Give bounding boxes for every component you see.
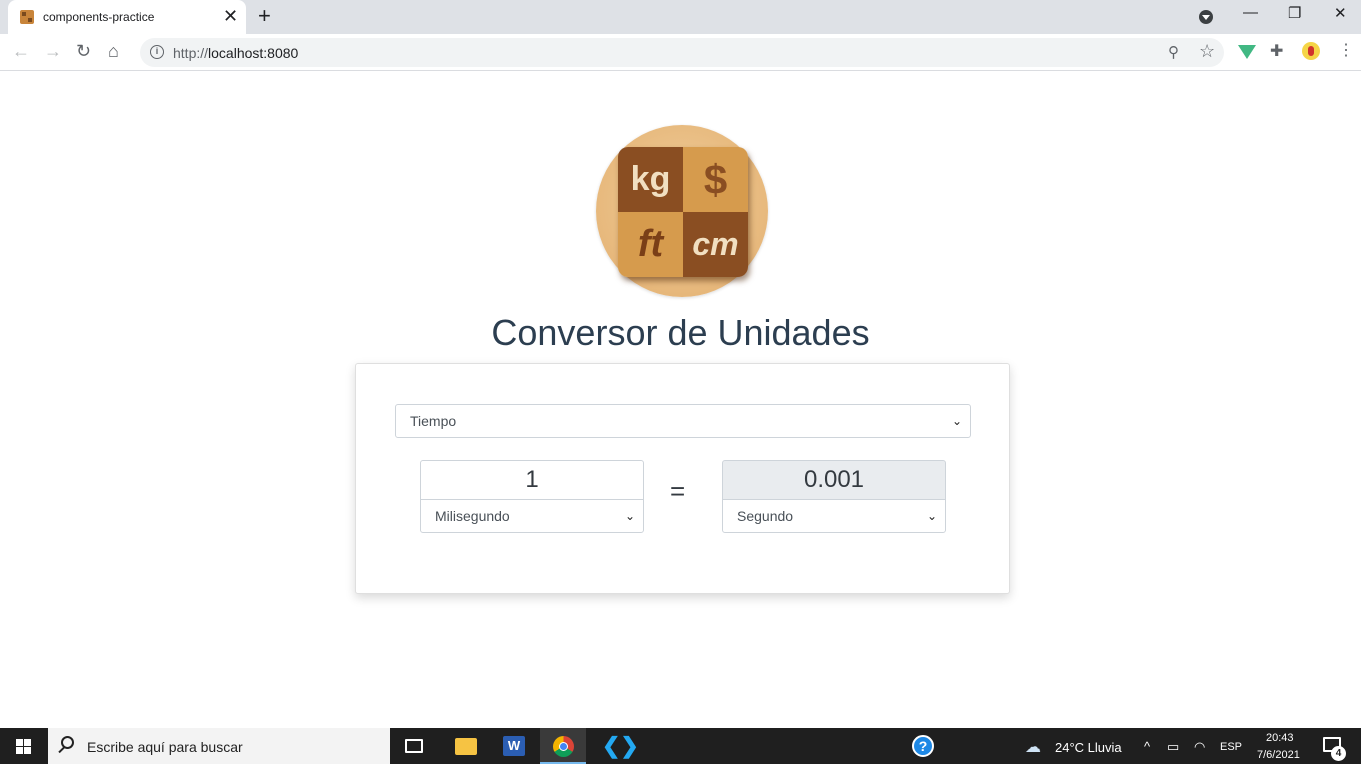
search-icon — [61, 736, 74, 749]
equals-sign: = — [670, 476, 686, 506]
minimize-button[interactable]: — — [1243, 4, 1258, 21]
browser-toolbar: ← → ↻ ⌂ i http://localhost:8080 ⚲ ☆ ✚ ⋮ — [0, 34, 1361, 71]
battery-icon[interactable]: ▭ — [1167, 739, 1179, 755]
extensions-puzzle-icon[interactable]: ✚ — [1270, 41, 1288, 60]
clock-time[interactable]: 20:43 — [1266, 732, 1294, 744]
url-text[interactable]: http://localhost:8080 — [173, 45, 298, 61]
logo-ft: ft — [618, 212, 683, 277]
from-unit-value: Milisegundo — [435, 508, 510, 524]
logo-cm: cm — [683, 212, 748, 277]
reload-icon[interactable]: ↻ — [76, 41, 91, 61]
converter-card: Tiempo ⌄ 1 Milisegundo ⌄ = 0.001 Segundo… — [355, 363, 1010, 594]
category-select[interactable]: Tiempo ⌄ — [395, 404, 971, 438]
logo-dollar: $ — [683, 147, 748, 212]
chevron-down-icon: ⌄ — [926, 509, 937, 523]
category-select-value: Tiempo — [410, 413, 457, 429]
task-view-icon[interactable] — [405, 739, 423, 753]
tab-active[interactable]: components-practice ✕ — [8, 0, 246, 34]
clock-date[interactable]: 7/6/2021 — [1257, 749, 1300, 761]
wifi-icon[interactable]: ◠ — [1194, 739, 1205, 755]
chrome-icon[interactable] — [553, 736, 574, 757]
help-icon[interactable]: ? — [912, 735, 934, 757]
site-info-icon[interactable]: i — [150, 45, 164, 59]
app-logo: kg $ ft cm — [596, 125, 768, 297]
windows-taskbar: Escribe aquí para buscar W ❮❯ ? ☁ 24°C L… — [0, 728, 1361, 764]
close-window-button[interactable]: ✕ — [1334, 4, 1347, 22]
page-title: Conversor de Unidades — [491, 312, 870, 353]
weather-cloud-icon[interactable]: ☁ — [1025, 737, 1041, 757]
word-icon[interactable]: W — [503, 736, 525, 756]
close-tab-icon[interactable]: ✕ — [223, 6, 238, 26]
home-icon[interactable]: ⌂ — [108, 41, 119, 61]
to-unit-select[interactable]: Segundo ⌄ — [722, 499, 946, 533]
restore-button[interactable]: ❐ — [1288, 4, 1301, 22]
language-indicator[interactable]: ESP — [1220, 741, 1242, 753]
from-unit-select[interactable]: Milisegundo ⌄ — [420, 499, 644, 533]
taskbar-search-box[interactable]: Escribe aquí para buscar — [48, 728, 390, 764]
windows-start-icon[interactable] — [0, 728, 47, 764]
notification-count-badge: 4 — [1331, 746, 1346, 761]
tab-title: components-practice — [43, 10, 155, 24]
from-value-input[interactable]: 1 — [420, 460, 644, 500]
tab-search-icon[interactable] — [1199, 10, 1213, 24]
zoom-icon[interactable]: ⚲ — [1168, 43, 1179, 61]
back-arrow-icon[interactable]: ← — [12, 41, 30, 61]
file-explorer-icon[interactable] — [455, 738, 477, 755]
new-tab-button[interactable]: + — [258, 4, 271, 28]
forward-arrow-icon[interactable]: → — [44, 41, 62, 61]
logo-grid: kg $ ft cm — [618, 147, 748, 277]
tray-chevron-up-icon[interactable]: ^ — [1144, 739, 1150, 754]
browser-menu-icon[interactable]: ⋮ — [1338, 40, 1354, 60]
vue-devtools-icon[interactable] — [1238, 45, 1256, 59]
vscode-icon[interactable]: ❮❯ — [602, 735, 639, 757]
app-favicon-icon — [20, 10, 34, 24]
to-unit-value: Segundo — [737, 508, 794, 524]
profile-avatar-icon[interactable] — [1302, 42, 1320, 60]
bookmark-star-icon[interactable]: ☆ — [1199, 41, 1215, 62]
taskbar-search-placeholder: Escribe aquí para buscar — [87, 739, 243, 755]
tab-strip: components-practice ✕ + — ❐ ✕ — [0, 0, 1361, 34]
chevron-down-icon: ⌄ — [951, 414, 962, 428]
weather-text[interactable]: 24°C Lluvia — [1055, 740, 1122, 755]
address-bar[interactable]: i http://localhost:8080 ⚲ ☆ — [140, 38, 1224, 67]
logo-kg: kg — [618, 147, 683, 212]
chevron-down-icon: ⌄ — [624, 509, 635, 523]
to-value-output: 0.001 — [722, 460, 946, 500]
